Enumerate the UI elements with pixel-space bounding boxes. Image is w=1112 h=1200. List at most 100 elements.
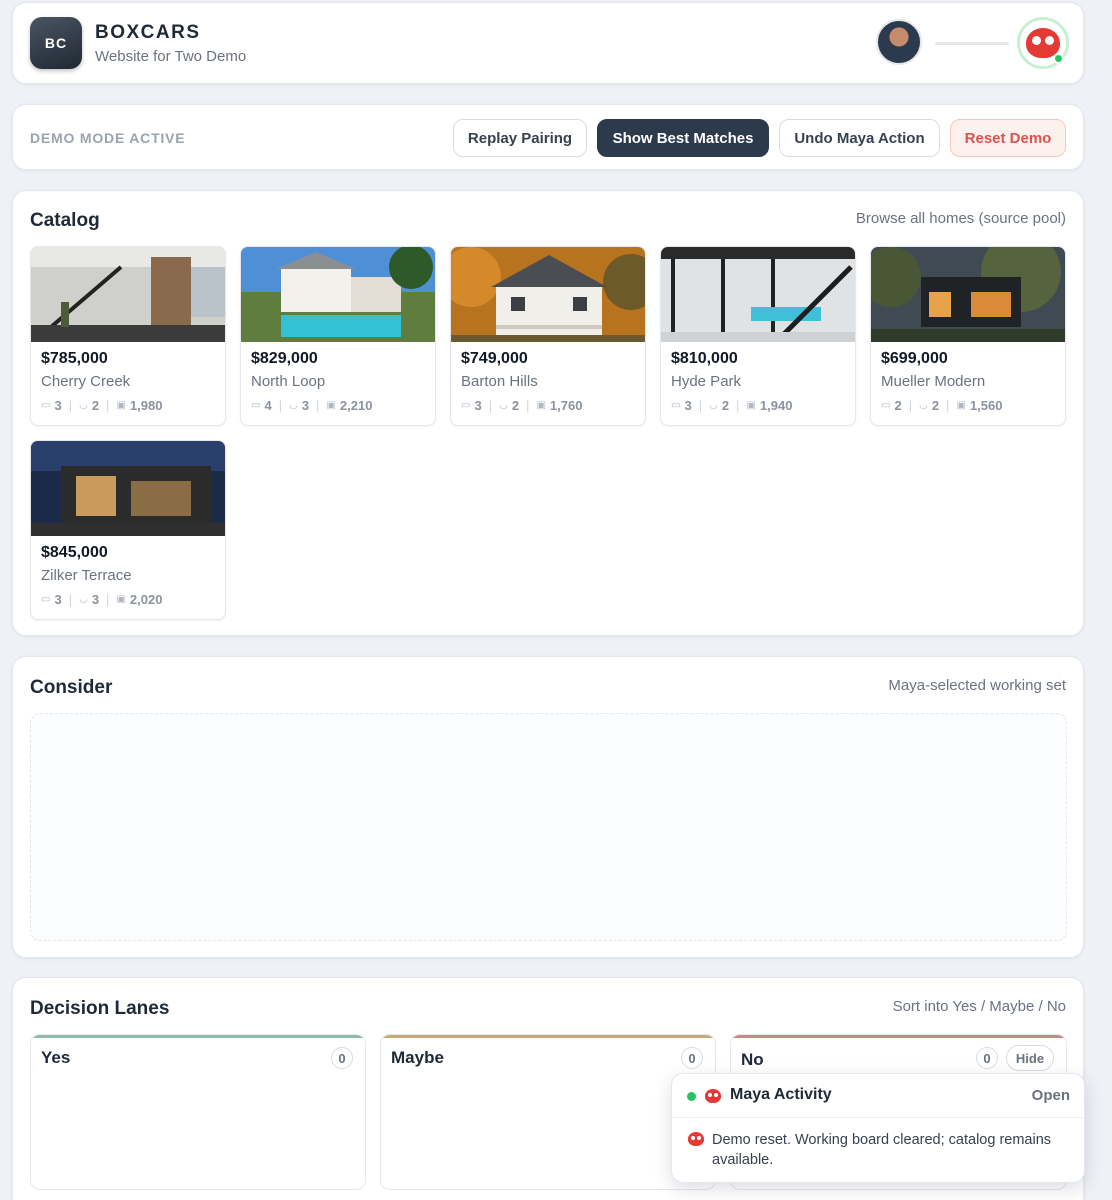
catalog-title: Catalog <box>30 210 100 231</box>
demo-toolbar: DEMO MODE ACTIVE Replay Pairing Show Bes… <box>12 104 1084 170</box>
user-avatar[interactable] <box>876 19 922 65</box>
consider-section: Consider Maya-selected working set <box>12 656 1084 958</box>
maya-mascot-icon <box>688 1132 704 1146</box>
home-beds: 3 <box>54 398 62 413</box>
area-icon: ▣ <box>116 594 126 605</box>
home-name: Barton Hills <box>461 373 538 390</box>
bath-icon: ◡ <box>79 594 88 605</box>
home-sqft: 1,980 <box>129 398 163 413</box>
area-icon: ▣ <box>536 400 546 411</box>
activity-title: Maya Activity <box>730 1086 832 1103</box>
spec-divider: | <box>106 592 110 607</box>
home-card[interactable]: $845,000 Zilker Terrace ▭ 3 | ◡ 3 | ▣ 2,020 <box>30 440 226 620</box>
home-name: Mueller Modern <box>881 373 986 390</box>
area-icon: ▣ <box>746 400 756 411</box>
home-card[interactable]: $785,000 Cherry Creek ▭ 3 | ◡ 2 | ▣ 1,980 <box>30 246 226 426</box>
catalog-section: Catalog Browse all homes (source pool) $… <box>12 190 1084 636</box>
home-photo <box>31 441 225 536</box>
app-header: BC BOXCARS Website for Two Demo <box>12 2 1084 84</box>
lane-no-label: No <box>741 1050 764 1069</box>
bath-icon: ◡ <box>79 400 88 411</box>
home-beds: 4 <box>264 398 272 413</box>
spec-divider: | <box>908 398 913 413</box>
maya-avatar[interactable] <box>1017 17 1069 69</box>
replay-pairing-button[interactable]: Replay Pairing <box>453 119 587 157</box>
spec-divider: | <box>278 398 283 413</box>
consider-title: Consider <box>30 677 113 698</box>
pairing-connector <box>935 42 1009 45</box>
decision-lanes-title: Decision Lanes <box>30 998 170 1019</box>
hide-lane-button[interactable]: Hide <box>1006 1045 1054 1071</box>
bath-icon: ◡ <box>289 400 298 411</box>
home-sqft: 2,020 <box>129 592 163 607</box>
lane-yes[interactable]: Yes 0 <box>30 1034 366 1190</box>
lane-maybe-label: Maybe <box>391 1048 444 1067</box>
home-specs: ▭ 3 | ◡ 2 | ▣ 1,980 <box>41 398 162 413</box>
activity-message: Demo reset. Working board cleared; catal… <box>712 1132 1052 1168</box>
home-card[interactable]: $749,000 Barton Hills ▭ 3 | ◡ 2 | ▣ 1,760 <box>450 246 646 426</box>
home-photo <box>31 247 225 342</box>
home-price: $785,000 <box>41 350 108 367</box>
lane-no-count: 0 <box>976 1047 998 1069</box>
home-photo <box>661 247 855 342</box>
brand-title: BOXCARS <box>95 22 201 43</box>
home-photo <box>241 247 435 342</box>
undo-maya-action-button[interactable]: Undo Maya Action <box>779 119 940 157</box>
bed-icon: ▭ <box>461 400 471 411</box>
home-price: $749,000 <box>461 350 528 367</box>
home-baths: 2 <box>721 398 730 413</box>
spec-divider: | <box>316 398 320 413</box>
reset-demo-button[interactable]: Reset Demo <box>950 119 1066 157</box>
home-specs: ▭ 3 | ◡ 2 | ▣ 1,760 <box>461 398 582 413</box>
home-sqft: 1,940 <box>759 398 793 413</box>
home-price: $810,000 <box>671 350 738 367</box>
maya-mascot-icon <box>705 1089 721 1103</box>
home-baths: 2 <box>511 398 520 413</box>
home-beds: 3 <box>474 398 482 413</box>
bed-icon: ▭ <box>41 594 51 605</box>
consider-dropzone[interactable] <box>30 713 1067 941</box>
home-baths: 3 <box>301 398 310 413</box>
bath-icon: ◡ <box>919 400 928 411</box>
home-beds: 2 <box>894 398 902 413</box>
home-sqft: 1,760 <box>549 398 583 413</box>
bath-icon: ◡ <box>709 400 718 411</box>
home-specs: ▭ 2 | ◡ 2 | ▣ 1,560 <box>881 398 1002 413</box>
spec-divider: | <box>736 398 740 413</box>
bed-icon: ▭ <box>251 400 261 411</box>
home-specs: ▭ 3 | ◡ 3 | ▣ 2,020 <box>41 592 162 607</box>
lane-maybe[interactable]: Maybe 0 <box>380 1034 716 1190</box>
home-price: $829,000 <box>251 350 318 367</box>
activity-header[interactable]: Maya Activity Open <box>672 1074 1084 1118</box>
home-baths: 2 <box>931 398 940 413</box>
spec-divider: | <box>946 398 950 413</box>
brand-logo[interactable]: BC <box>30 17 82 69</box>
home-card[interactable]: $829,000 North Loop ▭ 4 | ◡ 3 | ▣ 2,210 <box>240 246 436 426</box>
bed-icon: ▭ <box>671 400 681 411</box>
area-icon: ▣ <box>326 400 336 411</box>
maya-activity-panel: Maya Activity Open Demo reset. Working b… <box>671 1073 1085 1183</box>
bed-icon: ▭ <box>41 400 51 411</box>
home-sqft: 1,560 <box>969 398 1003 413</box>
home-beds: 3 <box>54 592 62 607</box>
home-beds: 3 <box>684 398 692 413</box>
spec-divider: | <box>68 592 73 607</box>
home-photo <box>871 247 1065 342</box>
show-best-matches-button[interactable]: Show Best Matches <box>597 119 769 157</box>
spec-divider: | <box>488 398 493 413</box>
home-baths: 3 <box>91 592 100 607</box>
activity-open-button[interactable]: Open <box>1032 1087 1070 1104</box>
home-name: Cherry Creek <box>41 373 131 390</box>
online-status-dot <box>1053 53 1064 64</box>
home-card[interactable]: $810,000 Hyde Park ▭ 3 | ◡ 2 | ▣ 1,940 <box>660 246 856 426</box>
consider-subtitle: Maya-selected working set <box>888 677 1066 694</box>
spec-divider: | <box>526 398 530 413</box>
home-specs: ▭ 4 | ◡ 3 | ▣ 2,210 <box>251 398 372 413</box>
home-name: North Loop <box>251 373 326 390</box>
area-icon: ▣ <box>116 400 126 411</box>
home-price: $699,000 <box>881 350 948 367</box>
area-icon: ▣ <box>956 400 966 411</box>
home-photo <box>451 247 645 342</box>
lane-yes-count: 0 <box>331 1047 353 1069</box>
home-card[interactable]: $699,000 Mueller Modern ▭ 2 | ◡ 2 | ▣ 1,560 <box>870 246 1066 426</box>
